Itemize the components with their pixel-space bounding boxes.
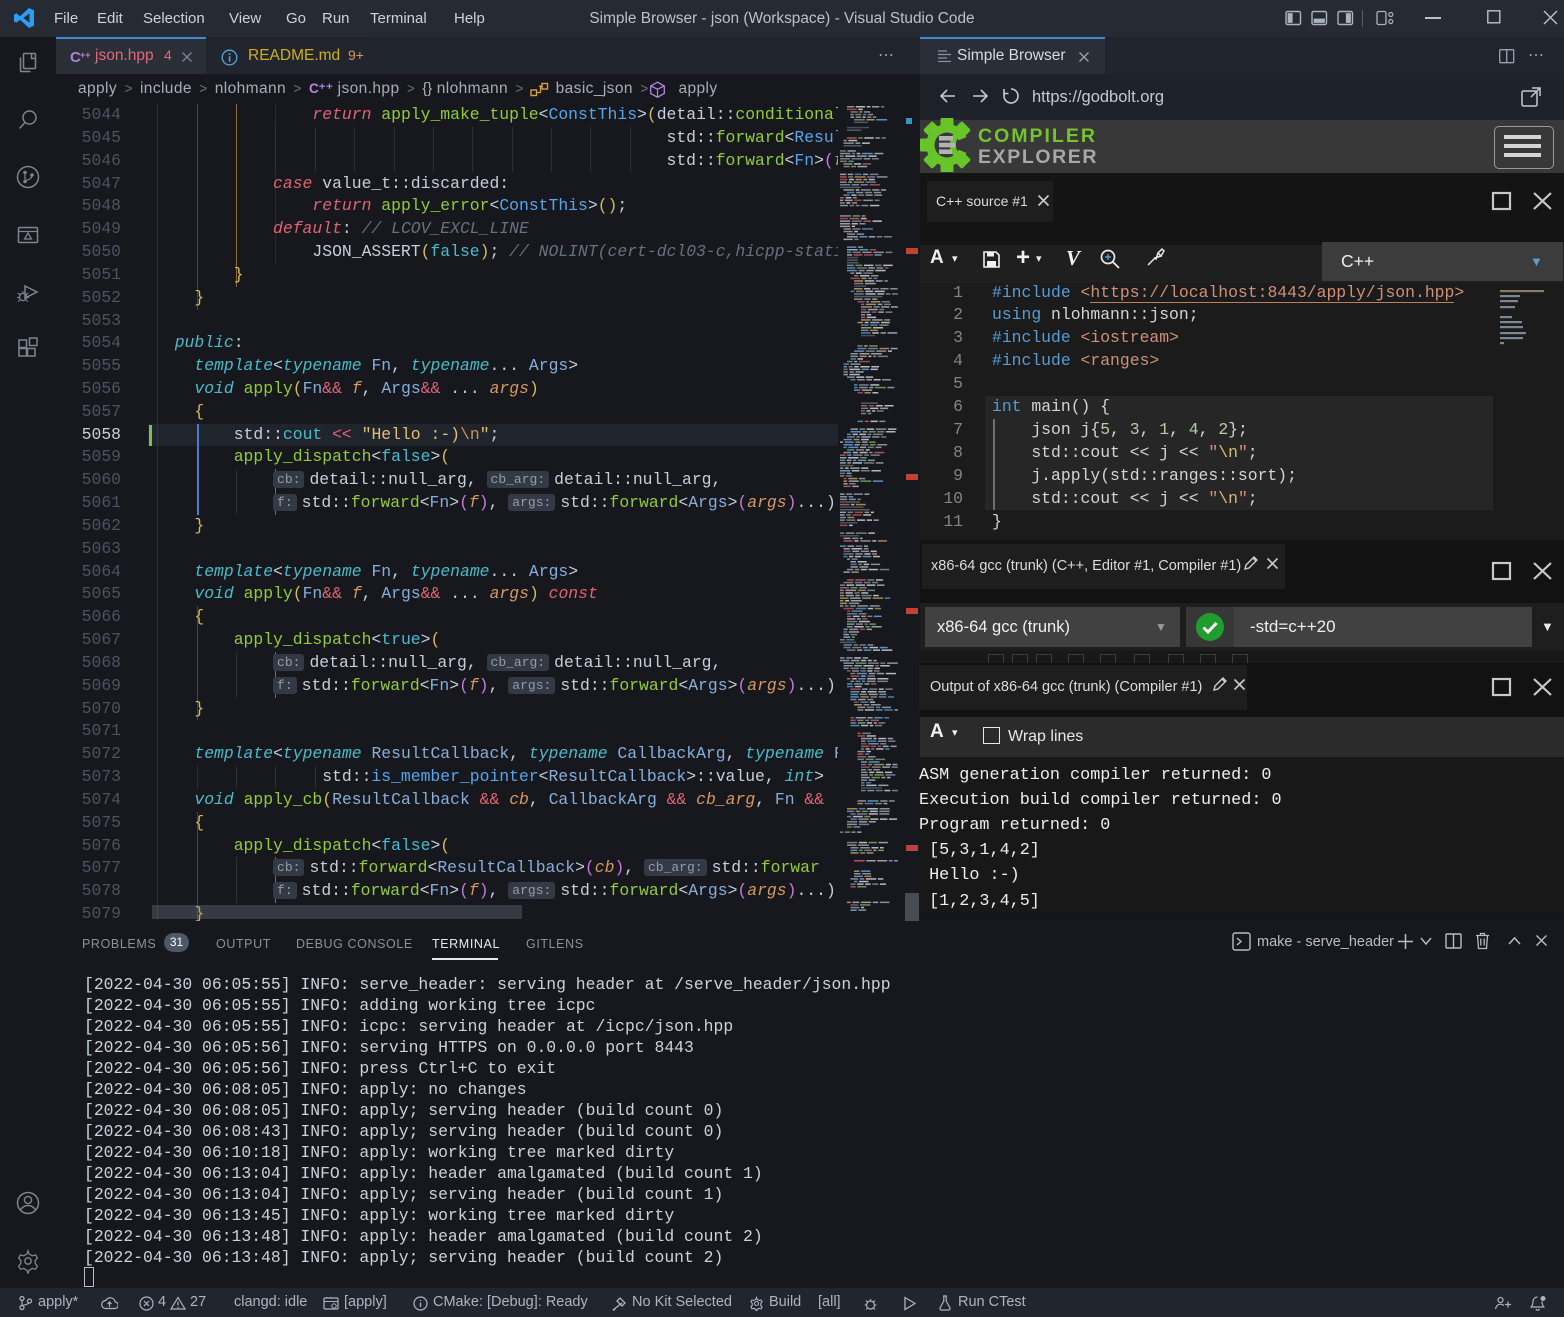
svg-text:++: ++ — [80, 50, 90, 60]
